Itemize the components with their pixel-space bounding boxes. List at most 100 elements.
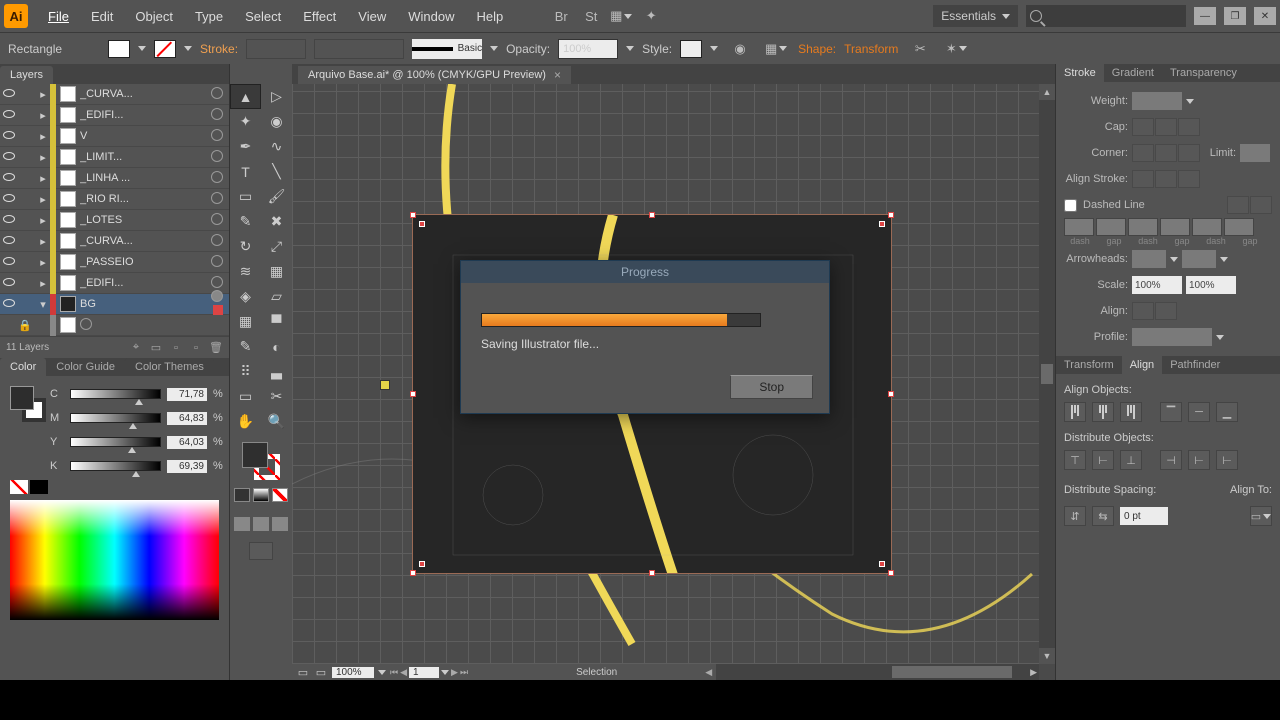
transparency-tab[interactable]: Transparency — [1162, 64, 1245, 82]
pathfinder-tab[interactable]: Pathfinder — [1162, 356, 1228, 374]
horizontal-scrollbar[interactable]: ▭ ▭ 100% ⏮ ◀ 1 ▶ ⏭ Selection ◀ ▶ — [292, 664, 1039, 680]
align-right-icon[interactable] — [1120, 402, 1142, 422]
type-tool[interactable]: T — [230, 159, 261, 184]
fill-stroke-tools[interactable] — [240, 440, 282, 482]
expand-icon[interactable]: ▸ — [36, 151, 50, 164]
first-artboard-icon[interactable]: ⏮ — [390, 667, 398, 678]
color-channel-k[interactable]: K69,39% — [50, 454, 223, 478]
pen-tool[interactable]: ✒ — [230, 134, 261, 159]
none-mode-icon[interactable] — [272, 488, 288, 502]
close-icon[interactable]: × — [554, 68, 561, 82]
document-tab[interactable]: Arquivo Base.ai* @ 100% (CMYK/GPU Previe… — [298, 66, 571, 84]
draw-inside-icon[interactable] — [272, 517, 288, 531]
menu-type[interactable]: Type — [185, 5, 233, 28]
expand-icon[interactable]: ▸ — [36, 130, 50, 143]
layer-row[interactable]: ▸V — [0, 126, 229, 147]
stroke-tab[interactable]: Stroke — [1056, 64, 1104, 82]
visibility-toggle[interactable] — [0, 172, 18, 184]
visibility-toggle[interactable] — [0, 130, 18, 142]
dist-left-icon[interactable]: ⊣ — [1160, 450, 1182, 470]
visibility-toggle[interactable] — [0, 151, 18, 163]
chevron-down-icon[interactable] — [138, 46, 146, 51]
direct-selection-tool[interactable]: ▷ — [261, 84, 292, 109]
target-icon[interactable] — [211, 213, 229, 228]
layer-row[interactable]: ▸_LINHA ... — [0, 168, 229, 189]
cap-buttons[interactable] — [1132, 118, 1200, 136]
menu-window[interactable]: Window — [398, 5, 464, 28]
dist-spacing-h-icon[interactable]: ⇆ — [1092, 506, 1114, 526]
channel-slider[interactable] — [70, 389, 161, 399]
last-artboard-icon[interactable]: ⏭ — [460, 667, 468, 678]
restore-button[interactable]: ❐ — [1224, 7, 1246, 25]
rectangle-tool[interactable]: ▭ — [230, 184, 261, 209]
edit-symbol-icon[interactable]: ✶ — [942, 38, 970, 60]
chevron-down-icon[interactable] — [490, 46, 498, 51]
scroll-left-icon[interactable]: ◀ — [705, 667, 712, 678]
target-icon[interactable] — [211, 87, 229, 102]
locate-layer-icon[interactable]: ⌖ — [129, 341, 143, 355]
layer-row[interactable]: 🔒 — [0, 315, 229, 336]
layers-list[interactable]: ▸_CURVA...▸_EDIFI...▸V▸_LIMIT...▸_LINHA … — [0, 84, 229, 336]
stop-button[interactable]: Stop — [730, 375, 813, 399]
align-vcenter-icon[interactable]: ─ — [1188, 402, 1210, 422]
target-icon[interactable] — [211, 150, 229, 165]
stroke-weight-field[interactable] — [246, 39, 306, 59]
stroke-swatch[interactable] — [154, 40, 176, 58]
dash-inputs[interactable] — [1064, 218, 1272, 236]
expand-icon[interactable]: ▸ — [36, 88, 50, 101]
next-artboard-icon[interactable]: ▶ — [451, 667, 458, 678]
target-icon[interactable] — [80, 321, 92, 333]
layer-row[interactable]: ▸_EDIFI... — [0, 273, 229, 294]
color-tab[interactable]: Color — [0, 358, 46, 376]
color-guide-tab[interactable]: Color Guide — [46, 358, 125, 376]
channel-value[interactable]: 71,78 — [167, 388, 207, 401]
spacing-field[interactable]: 0 pt — [1120, 507, 1168, 525]
minimize-button[interactable]: — — [1194, 7, 1216, 25]
target-icon[interactable] — [211, 290, 229, 318]
new-layer-icon[interactable]: ▫ — [189, 341, 203, 355]
expand-icon[interactable]: ▸ — [36, 235, 50, 248]
expand-icon[interactable]: ▸ — [36, 172, 50, 185]
channel-value[interactable]: 64,03 — [167, 436, 207, 449]
perspective-tool[interactable]: ▱ — [261, 284, 292, 309]
align-top-icon[interactable]: ▔ — [1160, 402, 1182, 422]
weight-field[interactable] — [1132, 92, 1182, 110]
color-channel-m[interactable]: M64,83% — [50, 406, 223, 430]
visibility-toggle[interactable] — [0, 256, 18, 268]
arrow-end[interactable] — [1182, 250, 1216, 268]
target-icon[interactable] — [211, 255, 229, 270]
align-icon[interactable]: ▦ — [762, 38, 790, 60]
layers-tab[interactable]: Layers — [0, 66, 53, 84]
new-sublayer-icon[interactable]: ▫ — [169, 341, 183, 355]
menu-help[interactable]: Help — [466, 5, 513, 28]
visibility-toggle[interactable] — [0, 193, 18, 205]
layer-row[interactable]: ▾BG — [0, 294, 229, 315]
visibility-toggle[interactable] — [0, 277, 18, 289]
color-spectrum[interactable] — [10, 500, 219, 620]
gpu-icon[interactable]: ✦ — [637, 5, 665, 27]
align-bottom-icon[interactable]: ▁ — [1216, 402, 1238, 422]
fill-swatch[interactable] — [108, 40, 130, 58]
isolate-icon[interactable]: ✂ — [906, 38, 934, 60]
width-tool[interactable]: ≋ — [230, 259, 261, 284]
hand-tool[interactable]: ✋ — [230, 409, 261, 434]
graphic-style-swatch[interactable] — [680, 40, 702, 58]
expand-icon[interactable]: ▾ — [36, 298, 50, 311]
pencil-tool[interactable]: ✎ — [230, 209, 261, 234]
dist-vcenter-icon[interactable]: ⊢ — [1092, 450, 1114, 470]
draw-behind-icon[interactable] — [253, 517, 269, 531]
target-icon[interactable] — [211, 234, 229, 249]
chevron-down-icon[interactable] — [626, 46, 634, 51]
channel-slider[interactable] — [70, 413, 161, 423]
opacity-field[interactable]: 100% — [558, 39, 618, 59]
shape-builder-tool[interactable]: ◈ — [230, 284, 261, 309]
zoom-field[interactable]: 100% — [332, 667, 374, 678]
line-tool[interactable]: ╲ — [261, 159, 292, 184]
profile-field[interactable] — [1132, 328, 1212, 346]
magic-wand-tool[interactable]: ✦ — [230, 109, 261, 134]
expand-icon[interactable]: ▸ — [36, 193, 50, 206]
expand-icon[interactable]: ▸ — [36, 109, 50, 122]
chevron-down-icon[interactable] — [378, 670, 386, 675]
bridge-icon[interactable]: Br — [547, 5, 575, 27]
workspace-switcher[interactable]: Essentials — [933, 5, 1018, 27]
